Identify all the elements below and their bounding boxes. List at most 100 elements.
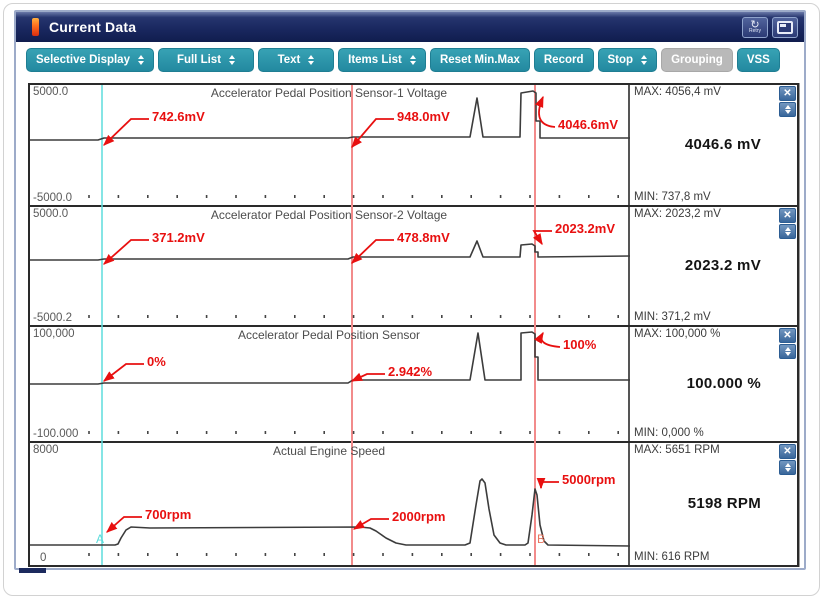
waveform-svg: AB bbox=[30, 443, 630, 565]
reorder-chart-button[interactable] bbox=[779, 224, 796, 239]
min-value-label: MIN: 616 RPM bbox=[630, 551, 797, 565]
toolbar-button-label: Grouping bbox=[671, 54, 723, 66]
chart-area: 5000.0 Accelerator Pedal Position Sensor… bbox=[28, 83, 794, 567]
chart-title: Accelerator Pedal Position Sensor bbox=[30, 328, 628, 342]
toolbar-button-label: Stop bbox=[608, 54, 634, 66]
annotation-arrow bbox=[104, 364, 144, 381]
min-value-label: MIN: 371,2 mV bbox=[630, 311, 797, 325]
annotation-arrow bbox=[352, 240, 394, 263]
toolbar-button-record[interactable]: Record bbox=[534, 48, 594, 72]
window-corner-decoration bbox=[19, 568, 46, 573]
toolbar-button-label: Record bbox=[544, 54, 584, 66]
chart-title: Actual Engine Speed bbox=[30, 444, 628, 458]
chart-plot-pedal-percent[interactable]: 100,000 Accelerator Pedal Position Senso… bbox=[30, 327, 630, 441]
toolbar-button-full-list[interactable]: Full List bbox=[158, 48, 254, 72]
annotation-arrow bbox=[541, 482, 559, 488]
reorder-chart-button[interactable] bbox=[779, 344, 796, 359]
dropdown-spinner-icon bbox=[138, 55, 144, 65]
toolbar: Selective Display Full List Text Items List… bbox=[16, 42, 804, 76]
toolbar-button-label: Full List bbox=[177, 54, 221, 66]
value-panel-engine-speed: MAX: 5651 RPM 5198 RPM MIN: 616 RPM ✕ bbox=[630, 443, 797, 565]
toolbar-button-label: Reset Min.Max bbox=[440, 54, 520, 66]
dropdown-spinner-icon bbox=[229, 55, 235, 65]
chart-plot-engine-speed[interactable]: 8000 Actual Engine Speed 0 AB 700rpm2000… bbox=[30, 443, 630, 565]
toolbar-button-grouping[interactable]: Grouping bbox=[661, 48, 733, 72]
max-value-label: MAX: 4056,4 mV bbox=[630, 85, 797, 98]
scrollbar-track[interactable] bbox=[799, 83, 800, 567]
dropdown-spinner-icon bbox=[308, 55, 314, 65]
cursor-letter-a: A bbox=[96, 532, 104, 546]
toolbar-button-label: Text bbox=[278, 54, 301, 66]
max-value-label: MAX: 5651 RPM bbox=[630, 443, 797, 456]
y-min-label: -5000.2 bbox=[33, 312, 72, 324]
value-panel-sensor1: MAX: 4056,4 mV 4046.6 mV MIN: 737,8 mV ✕ bbox=[630, 85, 797, 205]
toolbar-button-reset-min-max[interactable]: Reset Min.Max bbox=[430, 48, 530, 72]
dropdown-spinner-icon bbox=[410, 55, 416, 65]
max-value-label: MAX: 2023,2 mV bbox=[630, 207, 797, 220]
current-value: 5198 RPM bbox=[688, 495, 761, 512]
titlebar: Current Data ↻ Retry bbox=[16, 12, 804, 42]
y-min-label: -100.000 bbox=[33, 428, 78, 440]
waveform-svg bbox=[30, 85, 630, 207]
annotation-arrow bbox=[539, 97, 555, 127]
annotation-arrow bbox=[534, 231, 552, 244]
toolbar-button-label: Items List bbox=[348, 54, 402, 66]
window-restore-button[interactable] bbox=[772, 17, 798, 38]
close-chart-button[interactable]: ✕ bbox=[779, 208, 796, 223]
window-footer bbox=[16, 567, 804, 575]
annotation-label: 371.2mV bbox=[152, 230, 205, 245]
toolbar-button-label: Selective Display bbox=[36, 54, 130, 66]
y-max-label: 8000 bbox=[33, 444, 59, 456]
min-value-label: MIN: 737,8 mV bbox=[630, 191, 797, 205]
chart-title: Accelerator Pedal Position Sensor-2 Volt… bbox=[30, 208, 628, 222]
y-min-label: 0 bbox=[40, 552, 46, 564]
toolbar-button-items-list[interactable]: Items List bbox=[338, 48, 426, 72]
app-icon bbox=[32, 18, 39, 36]
chart-band-pedal-percent: 100,000 Accelerator Pedal Position Senso… bbox=[30, 327, 797, 443]
y-max-label: 5000.0 bbox=[33, 86, 68, 98]
current-value: 2023.2 mV bbox=[685, 257, 761, 274]
current-value: 4046.6 mV bbox=[685, 136, 761, 153]
toolbar-button-selective-display[interactable]: Selective Display bbox=[26, 48, 154, 72]
annotation-label: 478.8mV bbox=[397, 230, 450, 245]
toolbar-button-label: VSS bbox=[747, 54, 770, 66]
y-min-label: -5000.0 bbox=[33, 192, 72, 204]
max-value-label: MAX: 100,000 % bbox=[630, 327, 797, 340]
close-chart-button[interactable]: ✕ bbox=[779, 444, 796, 459]
cursor-letter-b: B bbox=[537, 532, 545, 546]
annotation-label: 2.942% bbox=[388, 364, 432, 379]
chart-band-engine-speed: 8000 Actual Engine Speed 0 AB 700rpm2000… bbox=[30, 443, 797, 565]
annotation-label: 5000rpm bbox=[562, 472, 615, 487]
value-panel-pedal-percent: MAX: 100,000 % 100.000 % MIN: 0,000 % ✕ bbox=[630, 327, 797, 441]
min-value-label: MIN: 0,000 % bbox=[630, 427, 797, 441]
reorder-chart-button[interactable] bbox=[779, 102, 796, 117]
close-chart-button[interactable]: ✕ bbox=[779, 86, 796, 101]
current-value: 100.000 % bbox=[687, 375, 761, 392]
y-max-label: 5000.0 bbox=[33, 208, 68, 220]
annotation-label: 700rpm bbox=[145, 507, 191, 522]
waveform-svg bbox=[30, 327, 630, 443]
toolbar-button-vss[interactable]: VSS bbox=[737, 48, 780, 72]
annotation-arrow bbox=[104, 119, 149, 145]
reorder-chart-button[interactable] bbox=[779, 460, 796, 475]
annotation-label: 2000rpm bbox=[392, 509, 445, 524]
close-chart-button[interactable]: ✕ bbox=[779, 328, 796, 343]
chart-bands: 5000.0 Accelerator Pedal Position Sensor… bbox=[28, 83, 799, 567]
annotation-arrow bbox=[352, 119, 394, 147]
current-data-window: Current Data ↻ Retry Selective Display Fu… bbox=[14, 10, 806, 570]
waveform-svg bbox=[30, 207, 630, 327]
chart-plot-sensor2[interactable]: 5000.0 Accelerator Pedal Position Sensor… bbox=[30, 207, 630, 325]
retry-button[interactable]: ↻ Retry bbox=[742, 17, 768, 38]
annotation-label: 742.6mV bbox=[152, 109, 205, 124]
toolbar-button-text[interactable]: Text bbox=[258, 48, 334, 72]
chart-title: Accelerator Pedal Position Sensor-1 Volt… bbox=[30, 86, 628, 100]
annotation-label: 4046.6mV bbox=[558, 117, 618, 132]
annotation-arrow bbox=[107, 517, 142, 532]
chart-band-sensor2: 5000.0 Accelerator Pedal Position Sensor… bbox=[30, 207, 797, 327]
annotation-label: 2023.2mV bbox=[555, 221, 615, 236]
toolbar-button-stop[interactable]: Stop bbox=[598, 48, 658, 72]
window-title: Current Data bbox=[49, 19, 136, 35]
annotation-label: 100% bbox=[563, 337, 596, 352]
annotation-label: 0% bbox=[147, 354, 166, 369]
chart-plot-sensor1[interactable]: 5000.0 Accelerator Pedal Position Sensor… bbox=[30, 85, 630, 205]
